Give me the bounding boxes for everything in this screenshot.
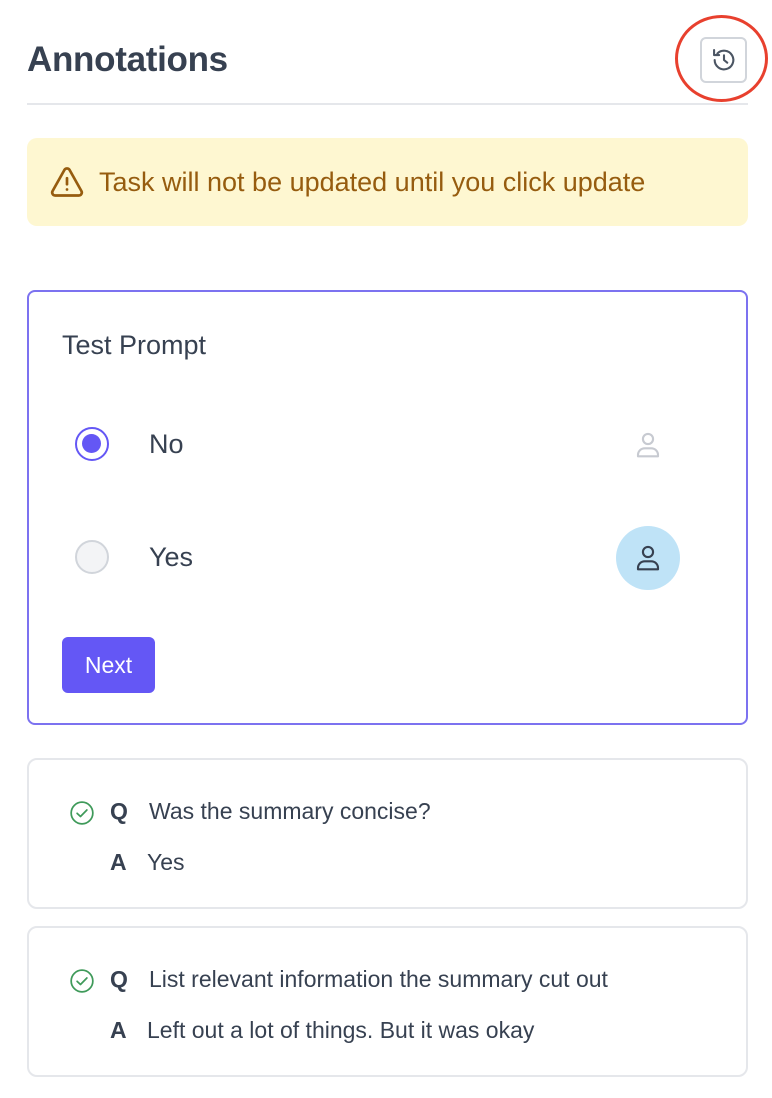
warning-text: Task will not be updated until you click… — [99, 166, 646, 197]
option-no[interactable]: No — [75, 410, 695, 480]
question-marker: Q — [110, 966, 128, 992]
answered-question-card: Q List relevant information the summary … — [27, 926, 748, 1077]
answer-text: Yes — [147, 849, 185, 875]
option-yes[interactable]: Yes — [75, 523, 695, 593]
user-icon — [616, 413, 680, 477]
warning-icon — [49, 164, 85, 200]
page-title: Annotations — [27, 40, 228, 79]
answer-marker: A — [110, 1017, 127, 1043]
prompt-title: Test Prompt — [62, 330, 207, 360]
annotations-panel: Annotations Task will not be updated unt… — [0, 0, 772, 1098]
question-text: Was the summary concise? — [149, 798, 431, 824]
check-circle-icon — [69, 800, 95, 826]
answered-question-card: Q Was the summary concise? A Yes — [27, 758, 748, 909]
option-label-no: No — [149, 429, 184, 459]
history-highlight-circle — [675, 15, 768, 102]
question-marker: Q — [110, 798, 128, 824]
check-circle-icon — [69, 968, 95, 994]
warning-banner: Task will not be updated until you click… — [27, 138, 748, 226]
answer-marker: A — [110, 849, 127, 875]
panel-header: Annotations — [27, 0, 748, 105]
user-icon[interactable] — [616, 526, 680, 590]
next-button[interactable]: Next — [62, 637, 155, 693]
option-label-yes: Yes — [149, 542, 194, 572]
radio-no[interactable] — [75, 427, 109, 461]
answer-text: Left out a lot of things. But it was oka… — [147, 1017, 535, 1043]
prompt-card: Test Prompt No Yes Next — [27, 290, 748, 725]
question-text: List relevant information the summary cu… — [149, 966, 608, 992]
radio-yes[interactable] — [75, 540, 109, 574]
